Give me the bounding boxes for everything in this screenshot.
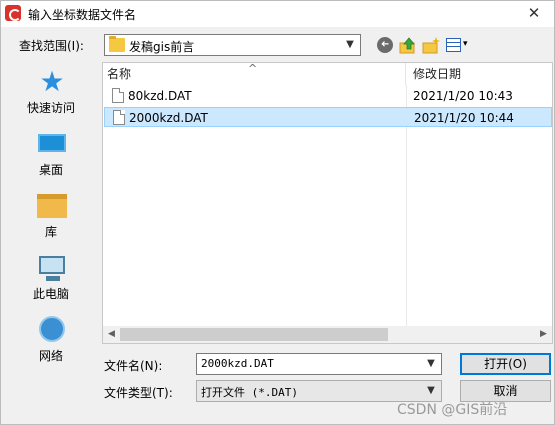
chevron-down-icon[interactable]: ▼: [342, 37, 358, 53]
place-label: 桌面: [38, 163, 63, 177]
file-name: 80kzd.DAT: [128, 89, 192, 103]
place-this-pc[interactable]: 此电脑: [7, 250, 95, 312]
file-name: 2000kzd.DAT: [129, 111, 208, 125]
open-file-dialog: 输入坐标数据文件名 ✕ 查找范围(I): 发稿gis前言 ▼ ➜ ▾ ★ 快速访…: [0, 0, 555, 425]
file-list[interactable]: 名称 ^ 修改日期 80kzd.DAT 2021/1/20 10:43 2000…: [102, 62, 553, 344]
new-folder-icon: [422, 37, 440, 54]
view-details-icon: [446, 38, 461, 52]
lookin-value: 发稿gis前言: [129, 40, 195, 54]
up-one-level-button[interactable]: [398, 36, 418, 56]
network-icon: [39, 316, 65, 342]
place-quick-access[interactable]: ★ 快速访问: [7, 64, 95, 126]
close-icon[interactable]: ✕: [522, 2, 546, 24]
this-pc-icon: [39, 256, 65, 281]
column-name-label: 名称: [107, 67, 132, 81]
chevron-down-icon[interactable]: ▼: [423, 383, 439, 399]
filename-label: 文件名(N):: [104, 359, 163, 373]
filename-field[interactable]: 2000kzd.DAT ▼: [196, 353, 442, 375]
title-bar[interactable]: 输入坐标数据文件名 ✕: [1, 1, 554, 27]
caret-down-icon: ▾: [463, 39, 468, 49]
new-folder-button[interactable]: [421, 36, 441, 56]
file-row[interactable]: 80kzd.DAT 2021/1/20 10:43: [104, 86, 552, 106]
libraries-icon: [37, 194, 67, 218]
column-header-name[interactable]: 名称 ^: [103, 62, 406, 85]
horizontal-scrollbar[interactable]: ◀ ▶: [103, 326, 552, 343]
file-icon: [113, 110, 125, 125]
back-button[interactable]: ➜: [376, 36, 396, 56]
file-icon: [112, 88, 124, 103]
dialog-title: 输入坐标数据文件名: [28, 8, 137, 22]
place-label: 库: [44, 225, 57, 239]
folder-icon: [109, 36, 125, 52]
sort-ascending-icon: ^: [248, 62, 258, 75]
file-date: 2021/1/20 10:44: [414, 111, 514, 125]
scrollbar-thumb[interactable]: [120, 328, 388, 341]
column-header-date[interactable]: 修改日期: [406, 63, 554, 85]
quick-access-star-icon: ★: [39, 65, 65, 98]
folder-up-icon: [399, 37, 415, 54]
scroll-right-icon[interactable]: ▶: [535, 326, 552, 343]
filetype-value: 打开文件 (*.DAT): [201, 386, 298, 399]
places-bar: ★ 快速访问 桌面 库 此电脑 网络: [7, 62, 95, 372]
place-label: 网络: [38, 349, 63, 363]
open-button[interactable]: 打开(O): [460, 353, 551, 375]
view-menu-button[interactable]: ▾: [445, 36, 473, 56]
lookin-label: 查找范围(I):: [19, 39, 84, 53]
lookin-dropdown[interactable]: 发稿gis前言 ▼: [104, 34, 361, 56]
filetype-label: 文件类型(T):: [104, 386, 173, 400]
place-label: 此电脑: [32, 287, 69, 301]
place-desktop[interactable]: 桌面: [7, 126, 95, 188]
desktop-icon: [38, 134, 66, 152]
back-arrow-icon: ➜: [377, 37, 393, 53]
file-date: 2021/1/20 10:43: [413, 89, 513, 103]
place-label: 快速访问: [26, 101, 75, 115]
filename-value: 2000kzd.DAT: [201, 357, 274, 370]
scroll-left-icon[interactable]: ◀: [103, 326, 120, 343]
watermark: CSDN @GIS前沿: [397, 402, 508, 418]
place-network[interactable]: 网络: [7, 312, 95, 374]
chevron-down-icon[interactable]: ▼: [423, 356, 439, 372]
place-libraries[interactable]: 库: [7, 188, 95, 250]
file-row-selected[interactable]: 2000kzd.DAT 2021/1/20 10:44: [104, 107, 552, 127]
app-logo-icon: [5, 5, 21, 21]
